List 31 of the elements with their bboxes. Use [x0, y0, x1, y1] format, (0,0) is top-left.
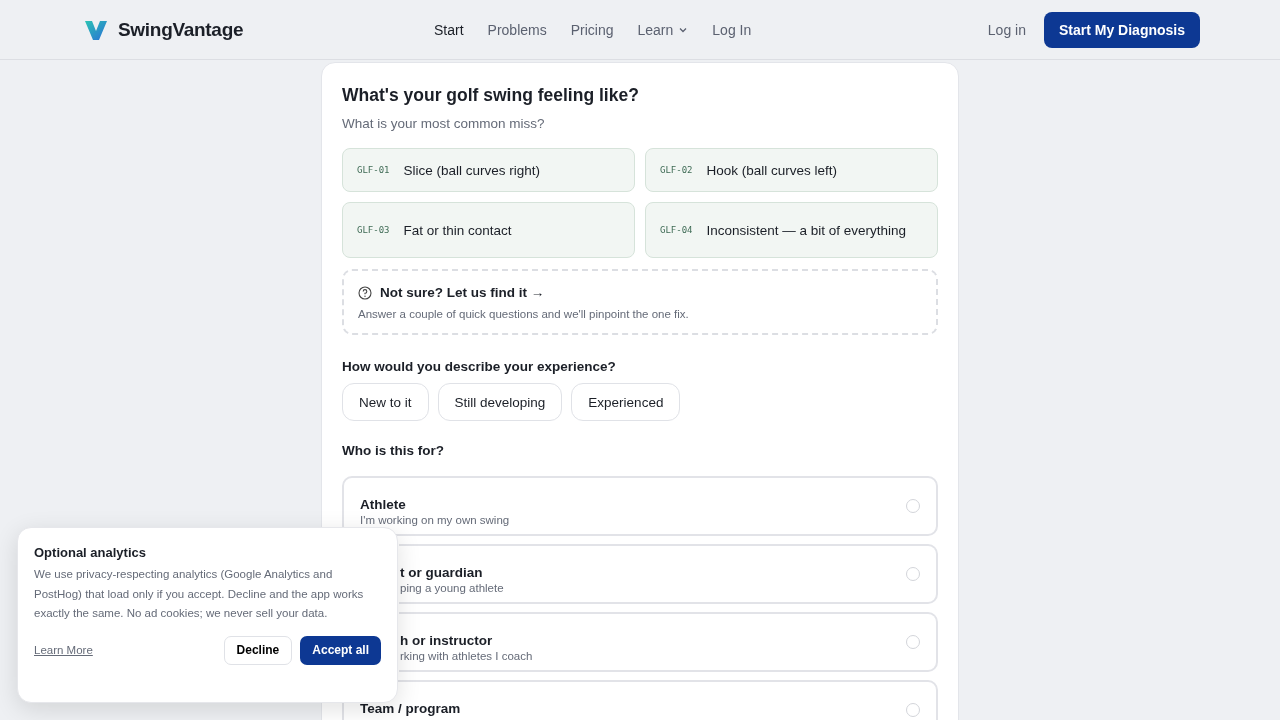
audience-option[interactable]: Athlete I'm working on my own swing	[342, 476, 938, 536]
experience-chip[interactable]: New to it	[342, 383, 429, 421]
audience-option[interactable]: h or instructor rking with athletes I coach	[399, 612, 938, 672]
experience-label: How would you describe your experience?	[342, 359, 617, 374]
not-sure-link[interactable]: Not sure? Let us find it →	[380, 285, 545, 300]
nav-link[interactable]: Log In	[702, 15, 762, 44]
nav-link[interactable]: Problems	[477, 15, 557, 44]
learn-more-link[interactable]: Learn More	[34, 644, 93, 656]
start-diagnosis-button[interactable]: Start My Diagnosis	[1043, 11, 1200, 48]
audience-option[interactable]: t or guardian ping a young athlete	[399, 544, 938, 604]
experience-chip[interactable]: Experienced	[571, 383, 681, 421]
quiz-title: What's your golf swing feeling like?	[342, 85, 640, 106]
nav-link[interactable]: Start	[424, 15, 474, 44]
cookie-text: We use privacy-respecting analytics (Google Analytics and PostHog) that load only if you accept. Decline and the app works exactly the same. No ad cookies; we never sell your data.	[34, 567, 365, 621]
miss-option[interactable]: GLF-02 Hook (ball curves left)	[645, 148, 938, 192]
audience-option[interactable]: Team / program	[342, 680, 938, 720]
not-sure-text: Answer a couple of quick questions and we'll pinpoint the one fix.	[358, 308, 690, 320]
accept-button[interactable]: Accept all	[300, 635, 381, 665]
nav-link[interactable]: Learn	[627, 15, 699, 44]
audience-label: Who is this for?	[342, 443, 445, 458]
miss-option[interactable]: GLF-04 Inconsistent — a bit of everything	[645, 202, 938, 258]
decline-button[interactable]: Decline	[223, 635, 293, 665]
miss-option[interactable]: GLF-03 Fat or thin contact	[342, 202, 635, 258]
experience-chip[interactable]: Still developing	[437, 383, 563, 421]
cookie-title: Optional analytics	[34, 545, 147, 560]
nav-link[interactable]: Pricing	[560, 15, 624, 44]
help-icon	[358, 285, 372, 300]
brand-name: SwingVantage	[118, 18, 244, 41]
login-link[interactable]: Log in	[981, 15, 1032, 44]
quiz-subtitle: What is your most common miss?	[342, 116, 546, 131]
miss-option[interactable]: GLF-01 Slice (ball curves right)	[342, 148, 635, 192]
